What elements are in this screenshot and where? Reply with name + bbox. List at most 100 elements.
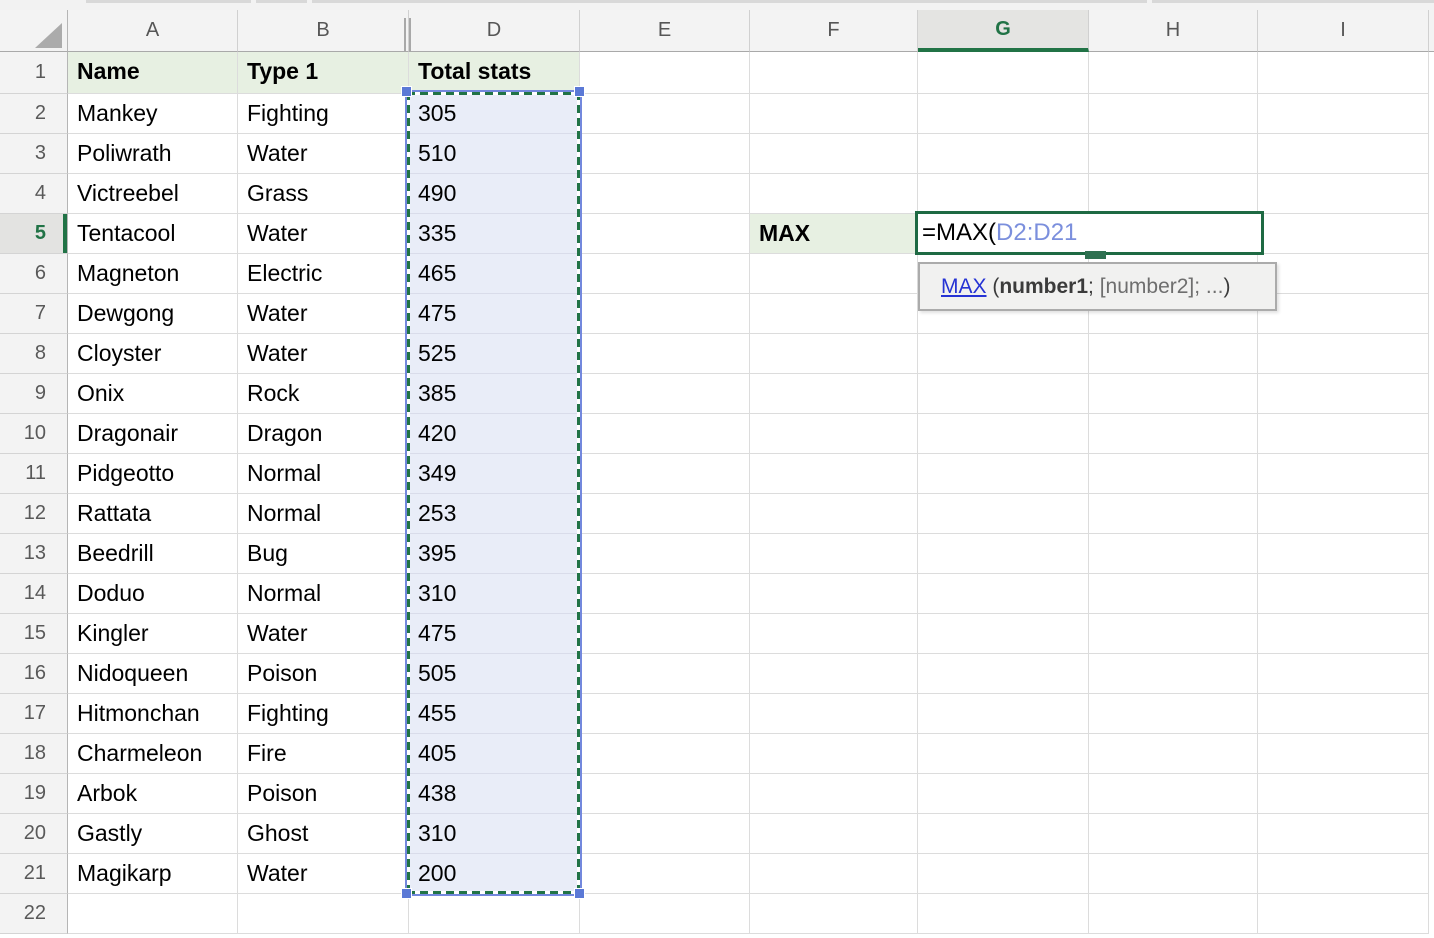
row-header-11[interactable]: 11 [0,454,68,494]
cell-H22[interactable] [1089,894,1258,934]
selection-range-border[interactable] [405,90,582,896]
cell-F14[interactable] [750,574,918,614]
cell-I3[interactable] [1258,134,1429,174]
cell-A17[interactable]: Hitmonchan [68,694,238,734]
cell-B11[interactable]: Normal [238,454,409,494]
cell-I8[interactable] [1258,334,1429,374]
cell-F13[interactable] [750,534,918,574]
cell-E10[interactable] [580,414,750,454]
cell-E14[interactable] [580,574,750,614]
cell-E21[interactable] [580,854,750,894]
row-header-1[interactable]: 1 [0,52,68,94]
row-header-15[interactable]: 15 [0,614,68,654]
cell-I17[interactable] [1258,694,1429,734]
cell-E18[interactable] [580,734,750,774]
cell-B10[interactable]: Dragon [238,414,409,454]
cell-F19[interactable] [750,774,918,814]
cell-I14[interactable] [1258,574,1429,614]
selection-handle-top-left[interactable] [401,86,412,97]
cell-F21[interactable] [750,854,918,894]
cell-G18[interactable] [918,734,1089,774]
cell-I20[interactable] [1258,814,1429,854]
cell-G1[interactable] [918,52,1089,94]
cell-A12[interactable]: Rattata [68,494,238,534]
cell-I10[interactable] [1258,414,1429,454]
cell-E22[interactable] [580,894,750,934]
row-header-22[interactable]: 22 [0,894,68,934]
selection-ants-left[interactable] [407,92,410,894]
cell-E15[interactable] [580,614,750,654]
cell-F16[interactable] [750,654,918,694]
cell-A18[interactable]: Charmeleon [68,734,238,774]
cell-D22[interactable] [409,894,580,934]
cell-G8[interactable] [918,334,1089,374]
cell-F18[interactable] [750,734,918,774]
row-header-3[interactable]: 3 [0,134,68,174]
row-header-21[interactable]: 21 [0,854,68,894]
cell-G10[interactable] [918,414,1089,454]
cell-B15[interactable]: Water [238,614,409,654]
cell-F11[interactable] [750,454,918,494]
row-header-14[interactable]: 14 [0,574,68,614]
cell-H9[interactable] [1089,374,1258,414]
cell-I4[interactable] [1258,174,1429,214]
column-header-B[interactable]: B [238,10,409,52]
cell-E1[interactable] [580,52,750,94]
selection-ants-right[interactable] [577,92,580,894]
selection-handle-top-right[interactable] [574,86,585,97]
cell-E6[interactable] [580,254,750,294]
column-header-I[interactable]: I [1258,10,1429,52]
cell-H11[interactable] [1089,454,1258,494]
row-header-2[interactable]: 2 [0,94,68,134]
row-header-17[interactable]: 17 [0,694,68,734]
cell-B18[interactable]: Fire [238,734,409,774]
cell-F2[interactable] [750,94,918,134]
cell-A5[interactable]: Tentacool [68,214,238,254]
cell-A21[interactable]: Magikarp [68,854,238,894]
column-header-G[interactable]: G [918,10,1089,52]
cell-A10[interactable]: Dragonair [68,414,238,454]
cell-G12[interactable] [918,494,1089,534]
cell-A13[interactable]: Beedrill [68,534,238,574]
cell-E3[interactable] [580,134,750,174]
cell-H4[interactable] [1089,174,1258,214]
column-header-D[interactable]: D [409,10,580,52]
cell-B7[interactable]: Water [238,294,409,334]
cell-H17[interactable] [1089,694,1258,734]
cell-E13[interactable] [580,534,750,574]
cell-G20[interactable] [918,814,1089,854]
cell-I15[interactable] [1258,614,1429,654]
cell-A14[interactable]: Doduo [68,574,238,614]
cell-H2[interactable] [1089,94,1258,134]
cell-G9[interactable] [918,374,1089,414]
cell-H10[interactable] [1089,414,1258,454]
cell-H15[interactable] [1089,614,1258,654]
cell-A8[interactable]: Cloyster [68,334,238,374]
cell-B13[interactable]: Bug [238,534,409,574]
cell-G4[interactable] [918,174,1089,214]
cell-F17[interactable] [750,694,918,734]
cell-B3[interactable]: Water [238,134,409,174]
cell-B16[interactable]: Poison [238,654,409,694]
cell-A16[interactable]: Nidoqueen [68,654,238,694]
cell-E16[interactable] [580,654,750,694]
tooltip-function-link[interactable]: MAX [941,275,987,299]
cell-I1[interactable] [1258,52,1429,94]
selection-ants-top[interactable] [407,92,580,95]
column-header-E[interactable]: E [580,10,750,52]
cell-B22[interactable] [238,894,409,934]
cell-E8[interactable] [580,334,750,374]
row-header-6[interactable]: 6 [0,254,68,294]
cell-A3[interactable]: Poliwrath [68,134,238,174]
cell-F5[interactable]: MAX [750,214,918,254]
cell-H8[interactable] [1089,334,1258,374]
cell-B8[interactable]: Water [238,334,409,374]
cell-E2[interactable] [580,94,750,134]
cell-F8[interactable] [750,334,918,374]
cell-A4[interactable]: Victreebel [68,174,238,214]
cell-G14[interactable] [918,574,1089,614]
cell-E17[interactable] [580,694,750,734]
cell-F4[interactable] [750,174,918,214]
cell-H16[interactable] [1089,654,1258,694]
row-header-9[interactable]: 9 [0,374,68,414]
